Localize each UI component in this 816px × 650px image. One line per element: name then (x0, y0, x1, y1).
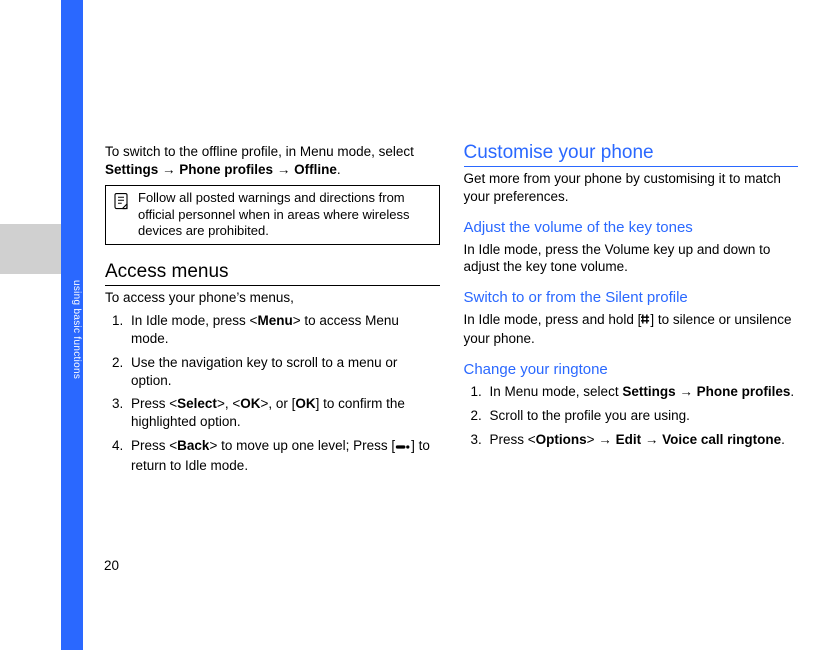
text: To switch to the offline profile, in Men… (105, 144, 414, 159)
list-item: Press <Options> → Edit → Voice call ring… (486, 431, 799, 449)
list-item: In Menu mode, select Settings → Phone pr… (486, 383, 799, 401)
customise-lead: Get more from your phone by customising … (464, 170, 799, 206)
bold-ok-bracket: OK (295, 396, 315, 411)
list-item: Use the navigation key to scroll to a me… (127, 354, 440, 390)
page-content: To switch to the offline profile, in Men… (105, 140, 798, 481)
right-column: Customise your phone Get more from your … (464, 140, 799, 481)
arrow-icon: → (277, 162, 291, 177)
text: . (781, 432, 785, 447)
text: In Idle mode, press < (131, 313, 257, 328)
bold-select: Select (177, 396, 217, 411)
side-label: using basic functions (64, 280, 82, 379)
bold-phone-profiles: Phone profiles (179, 162, 273, 177)
bold-edit: Edit (616, 432, 642, 447)
arrow-icon: → (598, 432, 612, 447)
volume-text: In Idle mode, press the Volume key up an… (464, 241, 799, 277)
end-key-icon (395, 439, 411, 457)
grey-side-tab (0, 224, 61, 274)
text: . (790, 384, 794, 399)
left-column: To switch to the offline profile, in Men… (105, 140, 440, 481)
access-steps: In Idle mode, press <Menu> to access Men… (105, 312, 440, 475)
bold-voice-call-ringtone: Voice call ringtone (662, 432, 781, 447)
text: Press < (490, 432, 536, 447)
list-item: Press <Select>, <OK>, or [OK] to confirm… (127, 395, 440, 431)
text: In Menu mode, select (490, 384, 623, 399)
text: In Idle mode, press and hold [ (464, 312, 642, 327)
arrow-icon: → (162, 162, 176, 177)
heading-silent: Switch to or from the Silent profile (464, 288, 799, 308)
silent-text: In Idle mode, press and hold [] to silen… (464, 311, 799, 348)
arrow-icon: → (679, 384, 693, 399)
page-number: 20 (104, 558, 119, 573)
bold-settings: Settings (622, 384, 675, 399)
text: > (587, 432, 599, 447)
note-box: Follow all posted warnings and direction… (105, 185, 440, 246)
bold-options: Options (536, 432, 587, 447)
offline-intro: To switch to the offline profile, in Men… (105, 143, 440, 179)
heading-customise: Customise your phone (464, 140, 799, 167)
text: Press < (131, 396, 177, 411)
ringtone-steps: In Menu mode, select Settings → Phone pr… (464, 383, 799, 448)
bold-ok: OK (240, 396, 260, 411)
arrow-icon: → (645, 432, 659, 447)
text: >, or [ (260, 396, 295, 411)
bold-menu: Menu (257, 313, 292, 328)
bold-settings: Settings (105, 162, 158, 177)
heading-access-menus: Access menus (105, 259, 440, 286)
text: Press < (131, 438, 177, 453)
heading-ringtone: Change your ringtone (464, 360, 799, 380)
bold-offline: Offline (294, 162, 337, 177)
list-item: Scroll to the profile you are using. (486, 407, 799, 425)
text: > to move up one level; Press [ (209, 438, 395, 453)
access-lead: To access your phone’s menus, (105, 289, 440, 307)
bold-back: Back (177, 438, 209, 453)
bold-phone-profiles: Phone profiles (697, 384, 791, 399)
note-text: Follow all posted warnings and direction… (138, 190, 433, 241)
text: >, < (217, 396, 240, 411)
note-icon (112, 192, 130, 210)
heading-volume: Adjust the volume of the key tones (464, 218, 799, 238)
list-item: Press <Back> to move up one level; Press… (127, 437, 440, 475)
list-item: In Idle mode, press <Menu> to access Men… (127, 312, 440, 348)
text: . (337, 162, 341, 177)
